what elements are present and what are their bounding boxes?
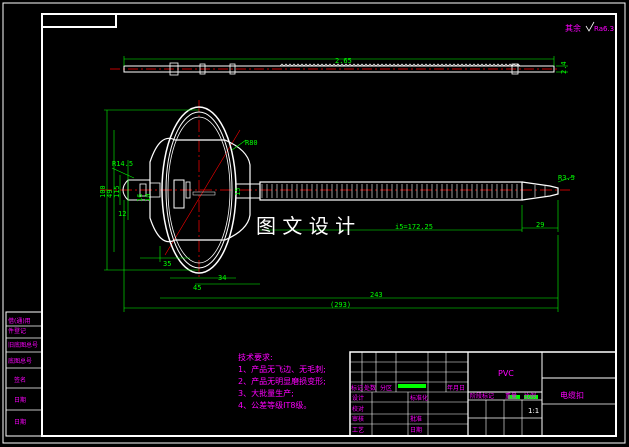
dim-r80: R80: [245, 139, 258, 147]
dim-r14-5: R14.5: [112, 160, 133, 168]
tb-row-label-1: 标记: [351, 384, 363, 392]
drawing-canvas: 其余 Ra6.3 2.65 2.4 R80 R14.5 R3.5 100 49 …: [2, 2, 626, 444]
tb-row-label-4: 年月日: [447, 384, 465, 392]
dim-35: 35: [163, 260, 171, 268]
dim-293: (293): [330, 301, 351, 309]
strip-label-6: 日期: [14, 396, 26, 404]
tech-requirements: 技术要求: 1、产品无飞边、无毛刺; 2、产品无明显磨损变形; 3、大批量生产;…: [238, 352, 326, 410]
dim-16: 16: [136, 194, 144, 202]
dim-12: 12: [118, 210, 126, 218]
strip-label-5: 签名: [14, 376, 26, 384]
left-strip-table: 借(通)用 件登记 旧底图总号 底图总号 签名 日期 日期: [5, 311, 43, 437]
strip-label-2: 件登记: [8, 327, 26, 335]
dim-top-height: 2.4: [560, 61, 568, 74]
roughness-mark: 其余 Ra6.3: [565, 21, 614, 33]
tb-part-name: 电缆扣: [560, 390, 584, 400]
dim-34: 34: [218, 274, 226, 282]
tb-weight-label: 重量: [505, 392, 517, 400]
dim-pitch: i5=172.25: [395, 223, 433, 231]
roughness-label: 其余: [565, 23, 581, 33]
tb-row-label-3: 分区: [380, 384, 392, 392]
dim-115: 115: [113, 185, 121, 198]
tb-mid-label-1: 标准化: [410, 394, 428, 402]
tech-title: 技术要求:: [238, 352, 273, 362]
tech-item-1: 1、产品无飞边、无毛刺;: [238, 364, 326, 374]
strip-label-4: 底图总号: [8, 357, 32, 365]
tb-scale: 1:1: [528, 407, 539, 415]
tb-left-label-3: 审核: [352, 415, 364, 423]
dim-r3-5: R3.5: [558, 174, 575, 182]
tb-material: PVC: [498, 369, 514, 378]
tb-left-label-1: 设计: [352, 394, 364, 402]
roughness-value: Ra6.3: [594, 25, 614, 33]
tb-stage-label: 阶段标记: [470, 392, 494, 400]
dim-15: 15: [234, 188, 242, 196]
dim-top-length: 2.65: [335, 57, 352, 65]
dim-45: 45: [193, 284, 201, 292]
dim-10: 10: [144, 194, 152, 202]
top-view: 2.65 2.4: [110, 56, 568, 76]
dim-29: 29: [536, 221, 544, 229]
watermark-text: 图 文 设 计: [256, 214, 355, 238]
tech-item-3: 3、大批量生产;: [238, 388, 294, 398]
main-view: [100, 100, 570, 280]
strip-label-7: 日期: [14, 418, 26, 426]
tb-row-label-2: 处数: [364, 384, 376, 392]
tb-scale-label: 比例: [524, 392, 536, 400]
title-block: 标记 处数 分区 年月日 设计 校对 审核 工艺 标准化 批准 日期 阶段标记 …: [349, 351, 617, 437]
strip-label-1: 借(通)用: [8, 317, 31, 325]
tb-left-label-4: 工艺: [352, 426, 364, 434]
tb-mid-label-3: 日期: [410, 426, 422, 434]
strip-label-3: 旧底图总号: [8, 341, 38, 349]
tb-left-label-2: 校对: [352, 405, 364, 413]
tech-item-2: 2、产品无明显磨损变形;: [238, 376, 326, 386]
tb-mid-label-2: 批准: [410, 415, 422, 423]
dim-243: 243: [370, 291, 383, 299]
top-left-tab: [41, 13, 117, 28]
tech-item-4: 4、公差等级IT8级。: [238, 400, 311, 410]
